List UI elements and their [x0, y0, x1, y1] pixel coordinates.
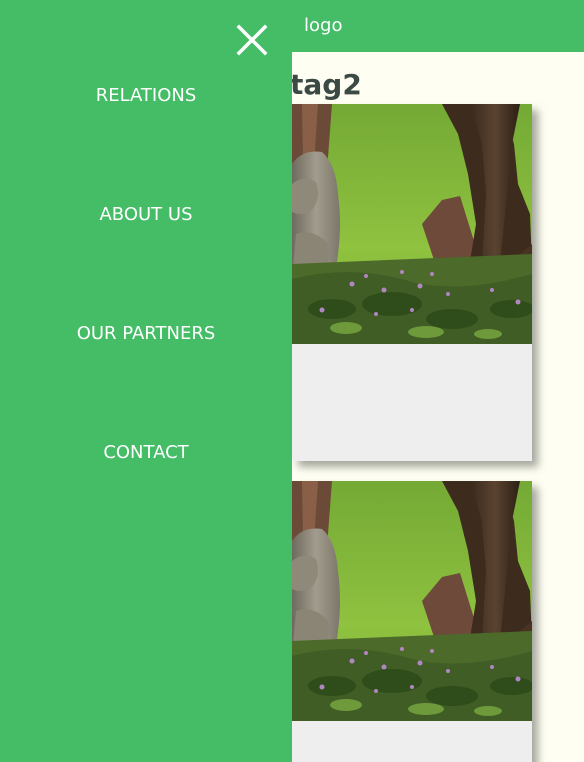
nav-drawer: RELATIONS ABOUT US OUR PARTNERS CONTACT [0, 0, 292, 762]
nav-item-contact[interactable]: CONTACT [0, 441, 292, 465]
close-icon [236, 24, 268, 56]
nav-item-our-partners[interactable]: OUR PARTNERS [0, 322, 292, 346]
close-button[interactable] [232, 20, 272, 60]
card-image [292, 104, 532, 344]
card-image [292, 481, 532, 721]
nav-item-relations[interactable]: RELATIONS [0, 84, 292, 108]
page-title: tag2 [290, 68, 362, 101]
logo[interactable]: logo [304, 15, 342, 37]
nav-item-about-us[interactable]: ABOUT US [0, 203, 292, 227]
post-card[interactable] [292, 481, 532, 762]
post-card[interactable] [292, 104, 532, 461]
